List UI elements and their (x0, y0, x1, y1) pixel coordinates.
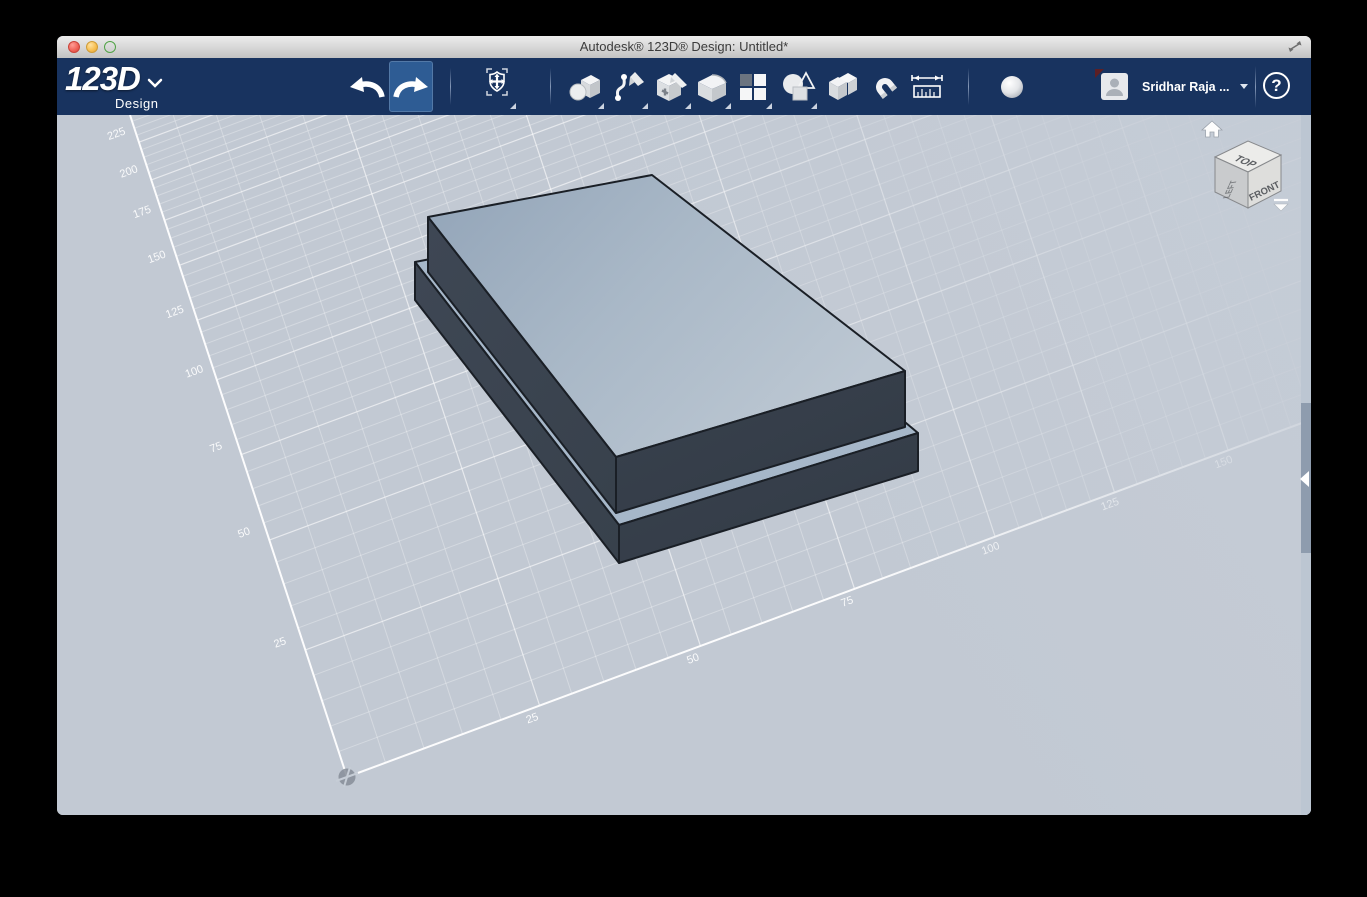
primitives-tool-button[interactable] (563, 61, 607, 112)
material-tool-button[interactable] (990, 61, 1034, 112)
grid-axis-label: 75 (839, 594, 855, 609)
person-icon (1101, 73, 1128, 100)
redo-button[interactable] (389, 61, 433, 112)
ruler-icon (909, 72, 945, 102)
avatar (1101, 73, 1128, 100)
titlebar[interactable]: Autodesk® 123D® Design: Untitled* (57, 36, 1311, 59)
main-toolbar: 123D Design (57, 58, 1311, 115)
toolbar-separator (968, 68, 969, 105)
magnet-icon (868, 70, 902, 104)
grid-axis-label: 25 (525, 711, 541, 726)
modify-tool-button[interactable] (690, 61, 734, 112)
undo-arrow-icon (348, 74, 386, 100)
four-squares-icon (738, 72, 768, 102)
grid-axis-label: 125 (164, 303, 185, 321)
dropdown-caret (510, 103, 516, 109)
grid-axis-label: 25 (272, 635, 288, 650)
merged-cubes-icon (825, 70, 859, 104)
snap-tool-button[interactable] (863, 61, 907, 112)
notification-flag (1095, 69, 1104, 78)
toolbar-separator (1255, 66, 1256, 108)
grid-axis-label: 150 (1213, 454, 1234, 472)
grid-axis-label: 100 (980, 540, 1001, 558)
grid-axis-label: 75 (208, 440, 224, 455)
grouping-tool-button[interactable] (776, 61, 820, 112)
toolbar-separator (550, 68, 551, 105)
grid-axis-label: 200 (118, 163, 139, 181)
dropdown-caret (642, 103, 648, 109)
grid-axis-label: 100 (184, 363, 205, 381)
brand-sub-label: Design (115, 96, 158, 111)
ground-grid: 25 50 75 100 125 150 175 200 225 25 50 75 100 125 150 (57, 115, 1311, 815)
question-mark-icon: ? (1271, 76, 1281, 95)
dropdown-caret (598, 103, 604, 109)
grid-axis-label: 225 (106, 125, 127, 143)
combine-tool-button[interactable] (820, 61, 864, 112)
spline-pen-icon (611, 70, 647, 104)
window-title: Autodesk® 123D® Design: Untitled* (57, 39, 1311, 54)
grid-axis-label: 150 (146, 249, 167, 267)
app-menu-button[interactable]: 123D Design (65, 60, 225, 113)
grid-axis-label: 175 (131, 204, 152, 222)
viewport-canvas[interactable]: 25 50 75 100 125 150 175 200 225 25 50 75 100 125 150 (57, 115, 1311, 815)
pattern-tool-button[interactable] (731, 61, 775, 112)
move-gizmo-icon (479, 68, 515, 106)
shapes-group-icon (780, 70, 816, 104)
undo-button[interactable] (345, 61, 389, 112)
cube-plus-pencil-icon (653, 69, 691, 105)
panel-expand-arrow-icon[interactable] (1300, 471, 1309, 487)
cube-fillet-icon (694, 70, 730, 104)
brand-logo: 123D (65, 60, 140, 98)
toolbar-separator (450, 68, 451, 105)
grid-axis-label: 50 (685, 651, 701, 666)
dropdown-caret (766, 103, 772, 109)
measure-tool-button[interactable] (905, 61, 949, 112)
grid-axis-label: 50 (236, 525, 252, 540)
account-caret-icon (1240, 84, 1248, 89)
transform-tool-button[interactable] (475, 61, 519, 112)
dropdown-caret (811, 103, 817, 109)
account-button[interactable]: Sridhar Raja ... (1101, 58, 1248, 115)
construct-tool-button[interactable] (650, 61, 694, 112)
chevron-down-icon (147, 78, 163, 88)
sketch-tool-button[interactable] (607, 61, 651, 112)
sphere-cube-icon (567, 71, 603, 103)
material-sphere-icon (997, 72, 1027, 102)
app-window: Autodesk® 123D® Design: Untitled* 123D D… (57, 36, 1311, 815)
grid-axis-label: 125 (1099, 496, 1120, 514)
account-name: Sridhar Raja ... (1142, 80, 1230, 94)
help-button[interactable]: ? (1263, 72, 1290, 99)
redo-arrow-icon (392, 74, 430, 100)
fullscreen-icon[interactable] (1287, 40, 1303, 53)
